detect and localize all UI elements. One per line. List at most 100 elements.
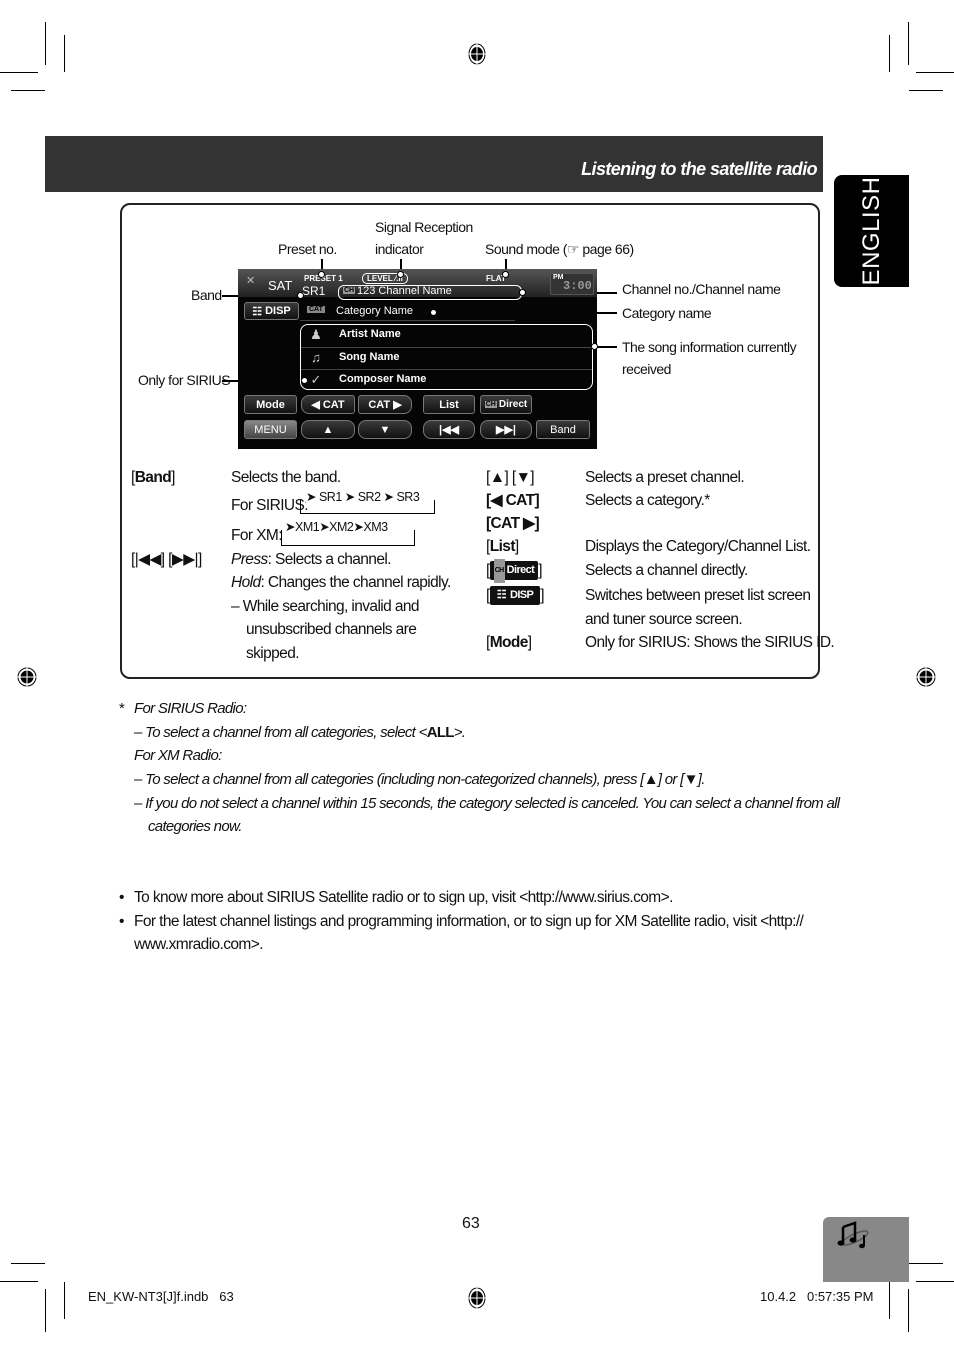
cat-next-button[interactable]: CAT ▶ <box>358 395 412 414</box>
channel-field: CH 123 Channel Name <box>338 285 522 300</box>
crop-mark <box>908 22 909 65</box>
crop-mark <box>11 1263 45 1264</box>
song-name: Song Name <box>339 351 400 363</box>
direct-label: Direct <box>498 399 528 410</box>
info-row-song: ♫ Song Name <box>301 347 592 370</box>
callout-channel-name: Channel no./Channel name <box>622 281 781 297</box>
band-button[interactable]: Band <box>536 420 590 439</box>
crop-mark <box>916 72 954 73</box>
disp-button[interactable]: ☷ DISP <box>244 302 299 320</box>
label-for-xm: For XM: <box>231 527 283 544</box>
clock-display: PM 3:00 <box>550 273 594 295</box>
desc-preset-arrows: Selects a preset channel. <box>585 469 745 486</box>
clock-time: 3:00 <box>563 279 592 293</box>
band-sr1: SR1 <box>318 490 342 504</box>
crop-mark <box>889 35 890 72</box>
satellite-icon: ✕ <box>246 275 256 287</box>
callout-band: Band <box>191 287 222 303</box>
footer-timestamp: 10.4.2 0:57:35 PM <box>760 1289 874 1304</box>
footer-file-name: EN_KW-NT3[J]f.indb 63 <box>88 1289 234 1304</box>
desc-press: Press: Selects a channel. <box>231 551 392 568</box>
band-xm3: XM3 <box>363 520 388 534</box>
prev-channel-button[interactable]: |◀◀ <box>423 420 475 439</box>
cat-prev-button[interactable]: ◀ CAT <box>301 395 355 414</box>
key-band: [Band] <box>131 469 175 486</box>
footnote-sirius-heading: For SIRIUS Radio: <box>134 700 247 717</box>
info-row-composer: ✓ Composer Name <box>301 369 592 392</box>
crop-mark <box>11 90 45 91</box>
band-xm2: XM2 <box>329 520 354 534</box>
category-label: Category Name <box>336 305 414 317</box>
mode-button[interactable]: Mode <box>244 395 297 414</box>
composer-icon: ✓ <box>310 372 322 387</box>
crop-mark <box>908 1289 909 1332</box>
key-direct: [CH Direct] <box>486 559 543 583</box>
xm-band-cycle: ➤XM1➤XM2➤XM3 <box>285 519 392 534</box>
menu-button[interactable]: MENU <box>244 420 297 439</box>
source-label: SAT <box>268 278 293 293</box>
callout-signal-reception-1: Signal Reception <box>375 219 473 235</box>
level-label: LEVEL <box>367 274 393 283</box>
disp-label: DISP <box>265 305 291 317</box>
list-button[interactable]: List <box>423 395 475 414</box>
key-list: [List] <box>486 538 519 555</box>
key-skip: [|◀◀] [▶▶|] <box>131 551 202 568</box>
key-mode: [Mode] <box>486 634 532 651</box>
desc-disp-1: Switches between preset list screen <box>585 587 811 604</box>
bullet-marker: • <box>119 889 124 906</box>
crop-mark <box>909 1263 943 1264</box>
preset-up-button[interactable]: ▲ <box>301 420 355 439</box>
crop-mark <box>0 72 38 73</box>
clock-period: PM <box>553 274 564 281</box>
channel-label: 123 Channel Name <box>357 285 452 297</box>
desc-mode: Only for SIRIUS: Shows the SIRIUS ID. <box>585 634 835 651</box>
language-label: ENGLISH <box>857 176 885 286</box>
artist-name: Artist Name <box>339 328 401 340</box>
key-preset-arrows: [▲] [▼] <box>486 469 535 486</box>
section-title: Listening to the satellite radio <box>581 159 817 179</box>
info-row-artist: ♟ Artist Name <box>301 325 592 347</box>
bullet-marker: • <box>119 913 124 930</box>
band-label: SR1 <box>302 284 326 298</box>
list-grid-icon: ☷ <box>252 305 263 318</box>
registration-mark-icon <box>915 666 937 688</box>
footnote-marker: * <box>119 700 125 717</box>
callout-signal-reception-2: indicator <box>375 241 424 257</box>
callout-song-info-2: received <box>622 361 671 377</box>
ch-badge: CH <box>484 401 497 408</box>
crop-mark <box>45 1289 46 1332</box>
crop-mark <box>0 1281 38 1282</box>
language-tab: ENGLISH <box>834 175 909 287</box>
section-tab <box>823 1217 909 1282</box>
desc-cat: Selects a category.* <box>585 492 710 509</box>
desc-direct: Selects a channel directly. <box>585 562 748 579</box>
tuner-screen: ✕ SAT PRESET 1 SR1 LEVEL ⁄.ıl FLAT PM 3:… <box>238 269 597 449</box>
band-sr2: SR2 <box>357 490 381 504</box>
crop-mark <box>64 1282 65 1319</box>
preset-down-button[interactable]: ▼ <box>358 420 412 439</box>
music-note-icon: ♫ <box>311 350 321 365</box>
desc-note-1: – While searching, invalid and <box>231 598 420 615</box>
footnote-xm-heading: For XM Radio: <box>134 747 222 764</box>
label-for-sirius: For SIRIUS: <box>231 497 309 514</box>
song-info-panel: ♟ Artist Name ♫ Song Name ✓ Composer Nam… <box>300 324 593 390</box>
footnote-xm-note-2b: categories now. <box>148 818 242 835</box>
ch-badge: CH <box>343 287 356 294</box>
band-xm1: XM1 <box>294 520 320 534</box>
desc-hold: Hold: Changes the channel rapidly. <box>231 574 451 591</box>
callout-sound-mode: Sound mode (☞ page 66) <box>485 241 634 257</box>
page-number: 63 <box>462 1215 480 1232</box>
registration-mark-icon <box>467 1287 487 1309</box>
crop-mark <box>889 1282 890 1319</box>
crop-mark <box>64 35 65 72</box>
artist-icon: ♟ <box>310 327 322 342</box>
composer-name: Composer Name <box>339 373 427 385</box>
direct-button[interactable]: CH Direct <box>480 395 532 414</box>
list-grid-icon: ☷ <box>496 589 507 602</box>
key-cat-prev: [◀ CAT] <box>486 492 540 509</box>
bullet-xm-info: For the latest channel listings and prog… <box>134 913 804 930</box>
callout-preset-no: Preset no. <box>278 241 337 257</box>
next-channel-button[interactable]: ▶▶| <box>480 420 532 439</box>
key-disp: [☷ DISP] <box>486 584 545 608</box>
desc-note-3: skipped. <box>246 645 300 662</box>
